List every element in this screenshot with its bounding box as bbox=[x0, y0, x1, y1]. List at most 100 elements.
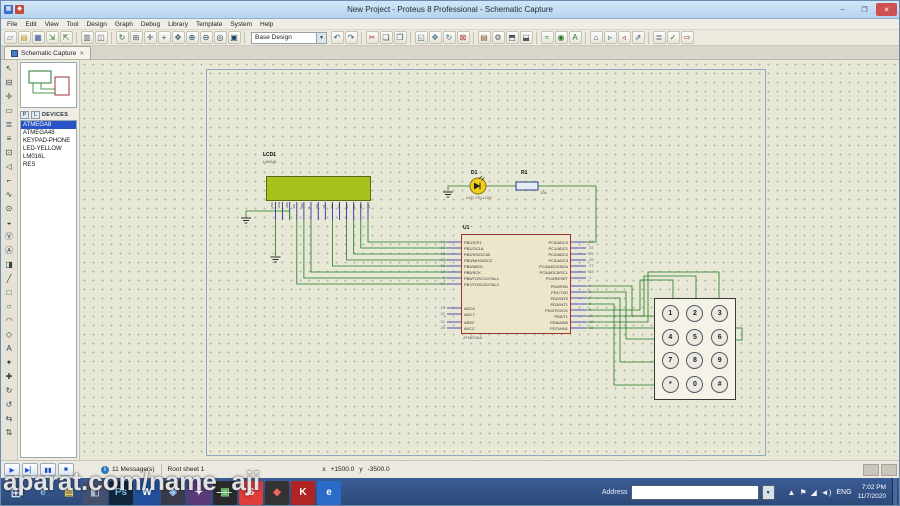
mcu-component[interactable]: PB0/ICP1 PB1/OC1A PB2/SS/OC1B PB3/MOSI/O… bbox=[461, 234, 571, 334]
voltage-probe-mode-icon[interactable]: Ⓥ bbox=[2, 229, 16, 243]
graph-mode-icon[interactable]: ∿ bbox=[2, 187, 16, 201]
redo-icon[interactable]: ↷ bbox=[344, 31, 358, 44]
zoom-out-icon[interactable]: ⊖ bbox=[199, 31, 213, 44]
address-dropdown-icon[interactable]: ▼ bbox=[761, 485, 775, 500]
keypad-key[interactable]: 0 bbox=[686, 375, 704, 393]
2d-line-mode-icon[interactable]: ╱ bbox=[2, 271, 16, 285]
2d-circle-mode-icon[interactable]: ○ bbox=[2, 299, 16, 313]
junction-dot-mode-icon[interactable]: ✛ bbox=[2, 89, 16, 103]
device-list-item[interactable]: ATMEGA8 bbox=[21, 121, 76, 129]
library-button[interactable]: L bbox=[31, 111, 40, 119]
block-rotate-icon[interactable]: ↻ bbox=[442, 31, 456, 44]
block-copy-icon[interactable]: ◱ bbox=[414, 31, 428, 44]
netlist-to-ares-icon[interactable]: ⇨ bbox=[680, 31, 694, 44]
pause-button[interactable]: ▮▮ bbox=[40, 463, 56, 476]
show-hidden-icons-icon[interactable]: ▲ bbox=[788, 488, 796, 497]
paste-icon[interactable]: ❐ bbox=[393, 31, 407, 44]
combo-dropdown-icon[interactable]: ▼ bbox=[316, 32, 326, 43]
mark-output-area-icon[interactable]: ◫ bbox=[94, 31, 108, 44]
taskbar-clock[interactable]: 7:02 PM 11/7/2020 bbox=[858, 484, 886, 501]
2d-symbol-mode-icon[interactable]: ✦ bbox=[2, 355, 16, 369]
cursor-icon[interactable]: + bbox=[157, 31, 171, 44]
device-pins-mode-icon[interactable]: ⌐ bbox=[2, 173, 16, 187]
device-list-item[interactable]: KEYPAD-PHONE bbox=[21, 137, 76, 145]
step-button[interactable]: ▶▏ bbox=[22, 463, 38, 476]
packaging-tool-icon[interactable]: ⬒ bbox=[505, 31, 519, 44]
lcd-display[interactable] bbox=[266, 176, 371, 201]
current-probe-mode-icon[interactable]: Ⓐ bbox=[2, 243, 16, 257]
volume-icon[interactable]: ◄) bbox=[821, 488, 832, 497]
minimize-button[interactable]: – bbox=[832, 3, 853, 16]
keypad-key[interactable]: 1 bbox=[661, 305, 679, 323]
app-icon-6[interactable]: ◈ bbox=[161, 480, 185, 505]
x-mirror-icon[interactable]: ⇆ bbox=[2, 411, 16, 425]
address-input[interactable] bbox=[630, 485, 759, 500]
device-list-item[interactable]: RES bbox=[21, 161, 76, 169]
2d-box-mode-icon[interactable]: □ bbox=[2, 285, 16, 299]
block-move-icon[interactable]: ✥ bbox=[428, 31, 442, 44]
keypad-key[interactable]: 8 bbox=[686, 352, 704, 370]
selection-mode-icon[interactable]: ↖ bbox=[2, 61, 16, 75]
save-icon[interactable]: ▦ bbox=[31, 31, 45, 44]
buses-mode-icon[interactable]: ≡ bbox=[2, 131, 16, 145]
undo-icon[interactable]: ↶ bbox=[330, 31, 344, 44]
word-icon[interactable]: W bbox=[135, 480, 159, 505]
block-delete-icon[interactable]: ⊠ bbox=[456, 31, 470, 44]
media-app-icon[interactable]: K bbox=[291, 480, 315, 505]
keypad-key[interactable]: 6 bbox=[711, 328, 729, 346]
keypad-key[interactable]: 5 bbox=[686, 328, 704, 346]
app-icon-3[interactable]: ◧ bbox=[83, 480, 107, 505]
zoom-in-icon[interactable]: ⊕ bbox=[185, 31, 199, 44]
sheet-selector-combo[interactable]: Base Design ▼ bbox=[251, 31, 327, 44]
2d-path-mode-icon[interactable]: ◇ bbox=[2, 327, 16, 341]
flag-icon[interactable]: ⚑ bbox=[799, 488, 806, 497]
device-list-item[interactable]: LED-YELLOW bbox=[21, 145, 76, 153]
new-sheet-icon[interactable]: ▹ bbox=[603, 31, 617, 44]
rotate-anticlockwise-icon[interactable]: ↺ bbox=[2, 397, 16, 411]
keypad-component[interactable]: 1 2 3 4 5 6 7 8 9 * 0 # bbox=[654, 298, 736, 400]
menu-item[interactable]: Design bbox=[83, 21, 111, 28]
menu-item[interactable]: Graph bbox=[111, 21, 137, 28]
windows-start-button[interactable]: ⊞ bbox=[3, 480, 29, 506]
pick-parts-icon[interactable]: ▤ bbox=[477, 31, 491, 44]
remove-sheet-icon[interactable]: ◃ bbox=[617, 31, 631, 44]
cut-icon[interactable]: ✂ bbox=[365, 31, 379, 44]
tab-schematic-capture[interactable]: Schematic Capture ✕ bbox=[4, 46, 92, 59]
2d-arc-mode-icon[interactable]: ◠ bbox=[2, 313, 16, 327]
goto-sheet-icon[interactable]: ⇗ bbox=[631, 31, 645, 44]
component-mode-icon[interactable]: ⊟ bbox=[2, 75, 16, 89]
tape-recorder-mode-icon[interactable]: ⊙ bbox=[2, 201, 16, 215]
property-assignment-icon[interactable]: A bbox=[568, 31, 582, 44]
menu-item[interactable]: System bbox=[226, 21, 256, 28]
shareit-icon[interactable]: S bbox=[239, 480, 263, 505]
keypad-key[interactable]: 9 bbox=[711, 352, 729, 370]
menu-item[interactable]: File bbox=[3, 21, 21, 28]
zoom-all-icon[interactable]: ◎ bbox=[213, 31, 227, 44]
y-mirror-icon[interactable]: ⇅ bbox=[2, 425, 16, 439]
keypad-key[interactable]: 3 bbox=[711, 305, 729, 323]
bill-of-materials-icon[interactable]: ≣ bbox=[652, 31, 666, 44]
open-file-icon[interactable]: ▤ bbox=[17, 31, 31, 44]
menu-item[interactable]: View bbox=[41, 21, 63, 28]
app-icon-10[interactable]: ◆ bbox=[265, 480, 289, 505]
message-status[interactable]: i 11 Message(s) bbox=[101, 465, 155, 474]
edge-icon[interactable]: e bbox=[317, 480, 341, 505]
grid-toggle-icon[interactable]: ⊞ bbox=[129, 31, 143, 44]
menu-item[interactable]: Debug bbox=[137, 21, 164, 28]
maximize-button[interactable]: ❐ bbox=[854, 3, 875, 16]
design-explorer-icon[interactable]: ⌂ bbox=[589, 31, 603, 44]
keypad-key[interactable]: * bbox=[661, 375, 679, 393]
keypad-key[interactable]: 7 bbox=[661, 352, 679, 370]
app-icon-7[interactable]: ✦ bbox=[187, 480, 211, 505]
internet-explorer-icon[interactable]: e bbox=[31, 481, 55, 505]
subcircuit-mode-icon[interactable]: ⊡ bbox=[2, 145, 16, 159]
close-button[interactable]: ✕ bbox=[876, 3, 897, 16]
make-device-icon[interactable]: ⚙ bbox=[491, 31, 505, 44]
app-icon-8[interactable]: ▣ bbox=[213, 480, 237, 505]
tab-close-icon[interactable]: ✕ bbox=[79, 50, 84, 57]
generator-mode-icon[interactable]: ◒ bbox=[2, 215, 16, 229]
origin-icon[interactable]: ✛ bbox=[143, 31, 157, 44]
network-icon[interactable]: ◢ bbox=[811, 488, 817, 497]
keypad-key[interactable]: 2 bbox=[686, 305, 704, 323]
file-explorer-icon[interactable]: ▤ bbox=[57, 481, 81, 505]
